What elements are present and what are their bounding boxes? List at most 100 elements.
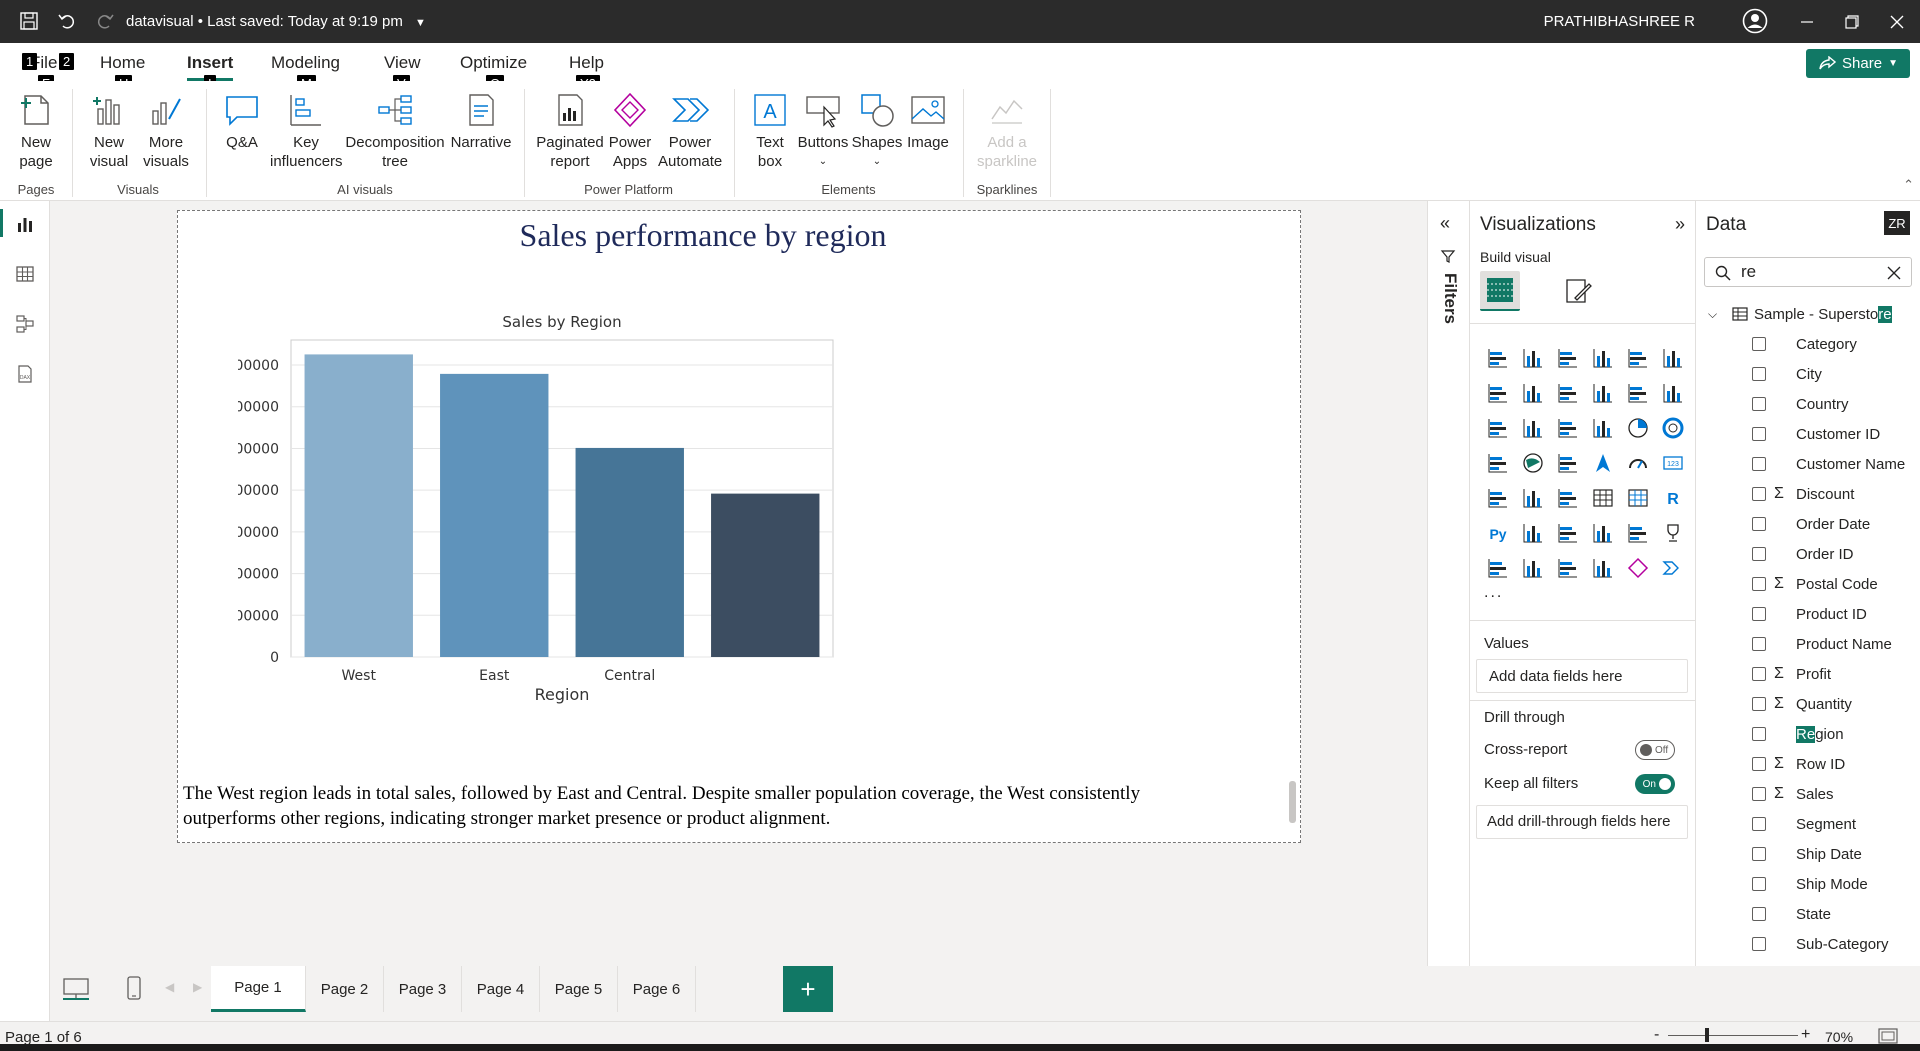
field-category[interactable]: Category — [1696, 329, 1920, 359]
field-checkbox[interactable] — [1752, 487, 1766, 501]
field-ship-mode[interactable]: Ship Mode — [1696, 869, 1920, 899]
field-checkbox[interactable] — [1752, 787, 1766, 801]
field-checkbox[interactable] — [1752, 517, 1766, 531]
field-sub-category[interactable]: Sub-Category — [1696, 929, 1920, 959]
add-sparkline-button[interactable]: Add a sparkline — [972, 91, 1042, 171]
cross-report-toggle[interactable]: Off — [1635, 740, 1675, 760]
filled-map-visual-icon[interactable] — [1550, 445, 1585, 480]
menu-view[interactable]: View — [384, 53, 421, 73]
dax-query-view-icon[interactable]: DAX — [12, 361, 38, 387]
chevron-down-icon[interactable]: ⌵ — [1708, 307, 1717, 322]
field-city[interactable]: City — [1696, 359, 1920, 389]
expand-filters-icon[interactable]: « — [1440, 213, 1450, 234]
decomposition-tree-button[interactable]: Decomposition tree — [345, 91, 445, 171]
add-page-button[interactable]: + — [783, 966, 833, 1012]
zoom-slider-thumb[interactable] — [1705, 1028, 1709, 1042]
field-order-date[interactable]: Order Date — [1696, 509, 1920, 539]
restore-button[interactable] — [1829, 6, 1875, 38]
field-ship-date[interactable]: Ship Date — [1696, 839, 1920, 869]
qa-button[interactable]: Q&A — [218, 91, 266, 152]
field-customer-id[interactable]: Customer ID — [1696, 419, 1920, 449]
filters-label[interactable]: Filters — [1440, 273, 1460, 324]
page-tab-5[interactable]: Page 5 — [540, 966, 618, 1012]
close-button[interactable] — [1874, 6, 1920, 38]
card-visual-icon[interactable]: 123 — [1655, 445, 1690, 480]
field-customer-name[interactable]: Customer Name — [1696, 449, 1920, 479]
paginated-report-button[interactable]: Paginated report — [535, 91, 605, 171]
field-checkbox[interactable] — [1752, 337, 1766, 351]
values-drop-well[interactable]: Add data fields here — [1476, 659, 1688, 693]
clustered-column-visual-icon[interactable] — [1585, 340, 1620, 375]
field-checkbox[interactable] — [1752, 577, 1766, 591]
report-view-icon[interactable] — [12, 211, 38, 237]
kpi-visual-icon[interactable] — [1515, 480, 1550, 515]
mobile-layout-icon[interactable] — [126, 976, 142, 1003]
field-checkbox[interactable] — [1752, 637, 1766, 651]
field-profit[interactable]: Σ Profit — [1696, 659, 1920, 689]
user-name[interactable]: PRATHIBHASHREE R — [1544, 13, 1695, 30]
collapse-pane-icon[interactable]: » — [1675, 214, 1685, 235]
waterfall-visual-icon[interactable] — [1515, 410, 1550, 445]
page-tab-3[interactable]: Page 3 — [384, 966, 462, 1012]
map-visual-icon[interactable] — [1515, 445, 1550, 480]
desktop-layout-icon[interactable] — [63, 978, 89, 1003]
line-clustered-column-visual-icon[interactable] — [1620, 375, 1655, 410]
collapse-ribbon-icon[interactable]: ⌃ — [1903, 177, 1914, 193]
narrative-button[interactable]: Narrative — [450, 91, 512, 152]
key-influencers-visual-icon[interactable] — [1515, 515, 1550, 550]
clustered-bar-visual-icon[interactable] — [1550, 340, 1585, 375]
field-checkbox[interactable] — [1752, 397, 1766, 411]
table-node[interactable]: ⌵ Sample - Superstore — [1696, 299, 1920, 329]
menu-home[interactable]: Home — [100, 53, 145, 73]
window-title[interactable]: datavisual • Last saved: Today at 9:19 p… — [126, 13, 426, 30]
share-button[interactable]: Share ▼ — [1806, 49, 1910, 78]
build-visual-tab[interactable] — [1480, 271, 1520, 311]
azure-map-visual-visual-icon[interactable] — [1585, 550, 1620, 585]
zoom-out-button[interactable]: - — [1654, 1026, 1659, 1044]
zoom-level[interactable]: 70% — [1825, 1029, 1853, 1045]
field-product-id[interactable]: Product ID — [1696, 599, 1920, 629]
minimize-button[interactable] — [1784, 6, 1830, 38]
more-visuals-ellipsis[interactable]: ... — [1484, 584, 1503, 602]
menu-optimize[interactable]: Optimize — [460, 53, 527, 73]
text-box-button[interactable]: A Text box — [746, 91, 794, 171]
more-visuals-button[interactable]: More visuals — [140, 91, 192, 171]
zoom-in-button[interactable]: + — [1801, 1026, 1810, 1044]
line-stacked-column-visual-icon[interactable] — [1655, 375, 1690, 410]
field-checkbox[interactable] — [1752, 667, 1766, 681]
field-checkbox[interactable] — [1752, 457, 1766, 471]
field-order-id[interactable]: Order ID — [1696, 539, 1920, 569]
field-checkbox[interactable] — [1752, 547, 1766, 561]
key-influencers-button[interactable]: Key influencers — [270, 91, 343, 171]
shapes-button[interactable]: Shapes ⌄ — [852, 91, 902, 171]
stacked-bar-visual-icon[interactable] — [1480, 340, 1515, 375]
menu-insert[interactable]: Insert — [187, 53, 233, 73]
scatter-visual-icon[interactable] — [1585, 410, 1620, 445]
field-checkbox[interactable] — [1752, 847, 1766, 861]
search-box[interactable] — [1704, 257, 1912, 287]
save-icon[interactable] — [18, 10, 40, 32]
field-segment[interactable]: Segment — [1696, 809, 1920, 839]
report-page[interactable]: Sales performance by region Sales by Reg… — [177, 210, 1301, 843]
power-automate-visual-icon[interactable] — [1655, 550, 1690, 585]
field-state[interactable]: State — [1696, 899, 1920, 929]
multi-row-card-visual-icon[interactable] — [1480, 480, 1515, 515]
format-visual-tab[interactable] — [1560, 273, 1596, 309]
field-row-id[interactable]: Σ Row ID — [1696, 749, 1920, 779]
scroll-right-icon[interactable]: ▶ — [193, 980, 202, 994]
r-visual-visual-icon[interactable]: R — [1655, 480, 1690, 515]
area-visual-icon[interactable] — [1515, 375, 1550, 410]
stacked-area-visual-icon[interactable] — [1550, 375, 1585, 410]
field-region[interactable]: Region — [1696, 719, 1920, 749]
funnel-visual-icon[interactable] — [1550, 410, 1585, 445]
field-sales[interactable]: Σ Sales — [1696, 779, 1920, 809]
narrative-text[interactable]: The West region leads in total sales, fo… — [183, 781, 1233, 831]
drill-through-drop-well[interactable]: Add drill-through fields here — [1476, 805, 1688, 839]
undo-icon[interactable] — [56, 10, 78, 32]
field-checkbox[interactable] — [1752, 607, 1766, 621]
scroll-left-icon[interactable]: ◀ — [165, 980, 174, 994]
100-stacked-bar-visual-icon[interactable] — [1620, 340, 1655, 375]
field-product-name[interactable]: Product Name — [1696, 629, 1920, 659]
table-view-icon[interactable] — [12, 261, 38, 287]
account-icon[interactable] — [1742, 8, 1768, 34]
